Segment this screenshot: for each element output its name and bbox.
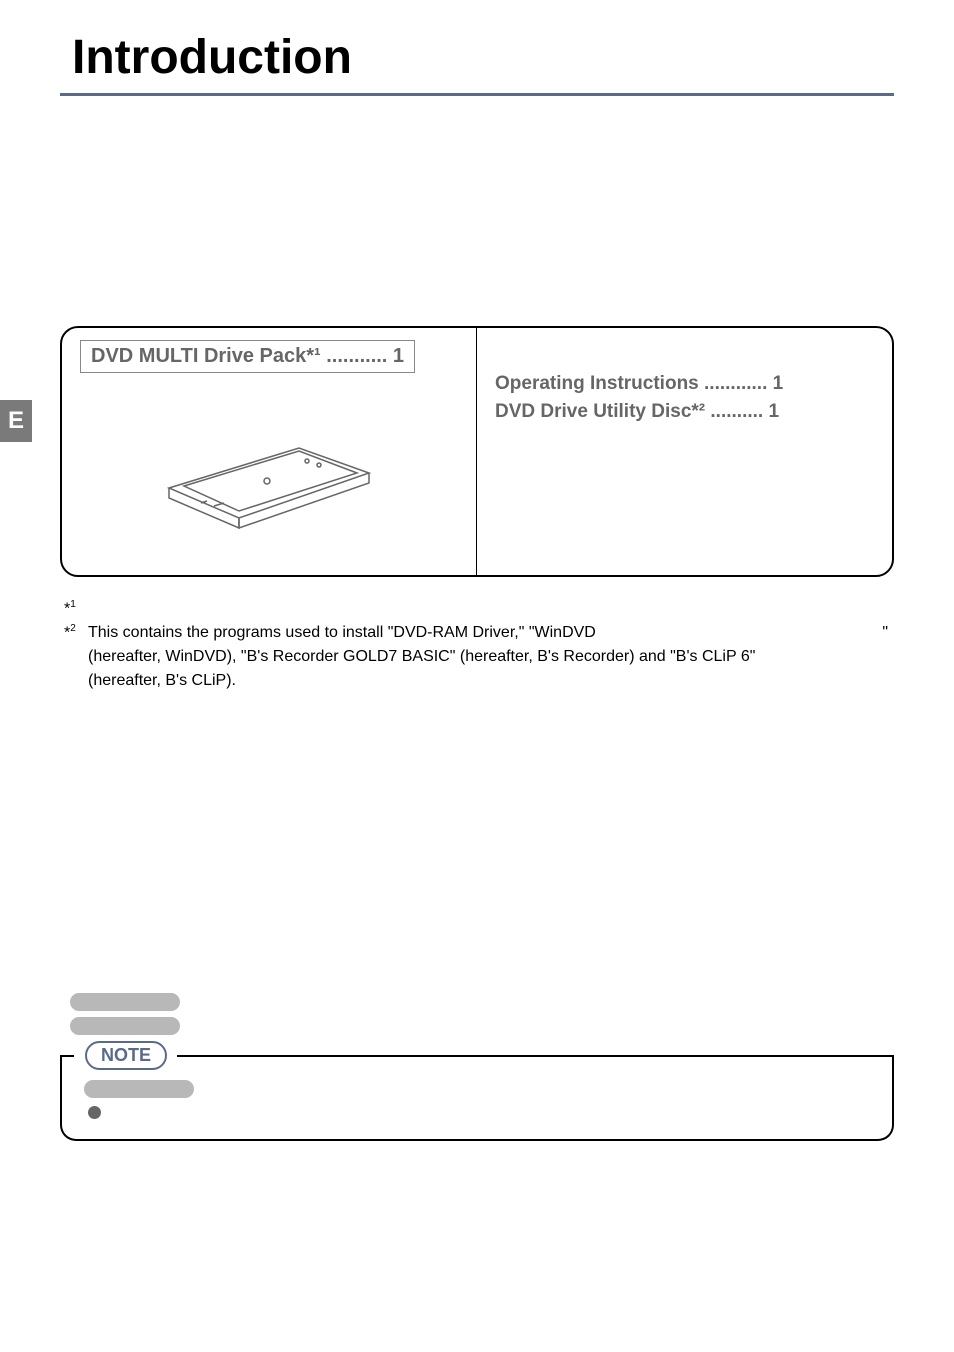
- gray-pill-1: [70, 993, 180, 1011]
- note-box: [60, 1055, 894, 1141]
- utility-disc-item: DVD Drive Utility Disc*² .......... 1: [495, 401, 874, 423]
- title-underline: [60, 93, 894, 96]
- gray-pill-3: [84, 1080, 194, 1098]
- footnote-2-line2: (hereafter, WinDVD), "B's Recorder GOLD7…: [88, 645, 894, 669]
- footnotes: *1 *2 This contains the programs used to…: [60, 597, 894, 693]
- page-title: Introduction: [60, 30, 894, 85]
- footnote-2-quote: ": [882, 621, 894, 645]
- contents-box: DVD MULTI Drive Pack*¹ ........... 1 Ope…: [60, 326, 894, 577]
- bullet-icon: [88, 1106, 101, 1119]
- contents-left-panel: DVD MULTI Drive Pack*¹ ........... 1: [62, 328, 477, 575]
- footnote-2-line1: This contains the programs used to insta…: [88, 621, 596, 645]
- footnote-2: *2 This contains the programs used to in…: [64, 621, 894, 693]
- side-tab: E: [0, 400, 32, 442]
- note-label: NOTE: [85, 1041, 167, 1070]
- dvd-drive-illustration: [139, 403, 399, 543]
- footnote-2-line3: (hereafter, B's CLiP).: [88, 669, 894, 693]
- operating-instructions-item: Operating Instructions ............ 1: [495, 373, 874, 395]
- note-section: NOTE: [60, 993, 894, 1141]
- footnote-1: *1: [64, 597, 894, 621]
- gray-pill-2: [70, 1017, 180, 1035]
- contents-right-panel: Operating Instructions ............ 1 DV…: [477, 328, 892, 575]
- drive-pack-title: DVD MULTI Drive Pack*¹ ........... 1: [80, 340, 415, 373]
